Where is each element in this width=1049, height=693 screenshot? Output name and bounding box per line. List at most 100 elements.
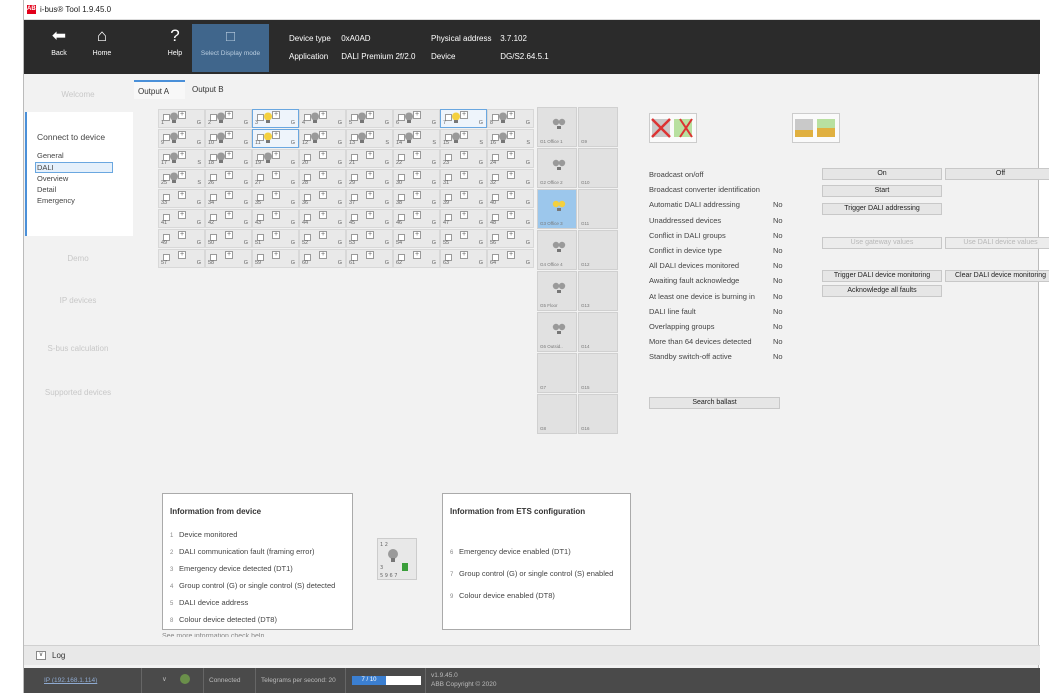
sidebar-item-overview[interactable]: Overview <box>37 174 68 183</box>
dali-device-cell[interactable]: +32 G <box>487 169 534 188</box>
expand-plus-icon[interactable]: + <box>225 191 233 199</box>
dali-device-cell[interactable]: +61 G <box>346 249 393 268</box>
dali-device-cell[interactable]: +5 G <box>346 109 393 128</box>
connection-link[interactable]: IP (192.168.1.114) <box>24 668 142 693</box>
expand-plus-icon[interactable]: + <box>319 131 327 139</box>
dali-device-cell[interactable]: +18 G <box>205 149 252 168</box>
dali-device-cell[interactable]: +45 G <box>346 209 393 228</box>
expand-plus-icon[interactable]: + <box>460 231 468 239</box>
dali-group-cell[interactable]: G11 <box>578 189 618 229</box>
expand-plus-icon[interactable]: + <box>507 131 515 139</box>
dali-group-cell[interactable]: G1 Office 1 <box>537 107 577 147</box>
select-display-mode-button[interactable]: □ Select Display mode <box>192 24 269 72</box>
dali-device-cell[interactable]: +11 G <box>252 129 299 148</box>
expand-plus-icon[interactable]: + <box>178 151 186 159</box>
dali-device-cell[interactable]: +28 G <box>299 169 346 188</box>
dali-group-cell[interactable]: G5 Floor <box>537 271 577 311</box>
dali-device-cell[interactable]: +37 G <box>346 189 393 208</box>
expand-plus-icon[interactable]: + <box>413 151 421 159</box>
dali-device-cell[interactable]: +40 G <box>487 189 534 208</box>
dali-device-cell[interactable]: +60 G <box>299 249 346 268</box>
expand-plus-icon[interactable]: + <box>460 191 468 199</box>
dali-device-cell[interactable]: +38 G <box>393 189 440 208</box>
expand-plus-icon[interactable]: + <box>366 251 374 259</box>
dali-device-cell[interactable]: +51 G <box>252 229 299 248</box>
expand-plus-icon[interactable]: + <box>178 211 186 219</box>
expand-plus-icon[interactable]: + <box>507 251 515 259</box>
broadcast-on-button[interactable]: On <box>822 168 942 180</box>
dali-group-cell[interactable]: G7 <box>537 353 577 393</box>
expand-plus-icon[interactable]: + <box>225 251 233 259</box>
dali-group-cell[interactable]: G6 Outsid.. <box>537 312 577 352</box>
dali-device-cell[interactable]: +1 G <box>158 109 205 128</box>
expand-plus-icon[interactable]: + <box>225 211 233 219</box>
dali-group-cell[interactable]: G2 Office 2 <box>537 148 577 188</box>
dali-group-cell[interactable]: G9 <box>578 107 618 147</box>
dali-device-cell[interactable]: +56 G <box>487 229 534 248</box>
dali-device-cell[interactable]: +16 S <box>487 129 534 148</box>
dali-device-cell[interactable]: +8 G <box>487 109 534 128</box>
expand-plus-icon[interactable]: + <box>319 151 327 159</box>
expand-plus-icon[interactable]: + <box>272 191 280 199</box>
expand-plus-icon[interactable]: + <box>413 131 421 139</box>
clear-dali-monitoring-button[interactable]: Clear DALI device monitoring <box>945 270 1049 282</box>
expand-plus-icon[interactable]: + <box>319 211 327 219</box>
dali-group-cell[interactable]: G12 <box>578 230 618 270</box>
dali-group-cell[interactable]: G3 Office 3 <box>537 189 577 229</box>
expand-plus-icon[interactable]: + <box>272 171 280 179</box>
dali-device-cell[interactable]: +10 G <box>205 129 252 148</box>
expand-plus-icon[interactable]: + <box>413 191 421 199</box>
expand-plus-icon[interactable]: + <box>460 211 468 219</box>
expand-plus-icon[interactable]: + <box>507 231 515 239</box>
dali-device-cell[interactable]: +22 G <box>393 149 440 168</box>
expand-plus-icon[interactable]: + <box>319 171 327 179</box>
sidebar-item-detail[interactable]: Detail <box>37 185 56 194</box>
expand-plus-icon[interactable]: + <box>272 131 280 139</box>
dali-device-cell[interactable]: +13 S <box>346 129 393 148</box>
dali-device-cell[interactable]: +25 S <box>158 169 205 188</box>
expand-plus-icon[interactable]: + <box>319 111 327 119</box>
sidebar-item-demo[interactable]: Demo <box>24 254 132 263</box>
dali-device-cell[interactable]: +23 G <box>440 149 487 168</box>
dali-device-cell[interactable]: +41 G <box>158 209 205 228</box>
expand-plus-icon[interactable]: + <box>366 211 374 219</box>
expand-plus-icon[interactable]: + <box>507 211 515 219</box>
dali-device-cell[interactable]: +33 G <box>158 189 205 208</box>
expand-plus-icon[interactable]: + <box>507 111 515 119</box>
expand-plus-icon[interactable]: + <box>366 111 374 119</box>
expand-plus-icon[interactable]: + <box>225 151 233 159</box>
broadcast-on-icon[interactable] <box>792 113 840 143</box>
dali-device-cell[interactable]: +14 S <box>393 129 440 148</box>
dali-device-cell[interactable]: +9 G <box>158 129 205 148</box>
use-dali-device-values-button[interactable]: Use DALI device values <box>945 237 1049 249</box>
dali-device-cell[interactable]: +42 G <box>205 209 252 228</box>
acknowledge-all-faults-button[interactable]: Acknowledge all faults <box>822 285 942 297</box>
dali-device-cell[interactable]: +26 G <box>205 169 252 188</box>
expand-plus-icon[interactable]: + <box>460 251 468 259</box>
dali-group-cell[interactable]: G4 Office 4 <box>537 230 577 270</box>
sidebar-item-sbus-calculation[interactable]: S-bus calculation <box>24 344 132 353</box>
dali-device-cell[interactable]: +24 G <box>487 149 534 168</box>
dali-device-cell[interactable]: +36 G <box>299 189 346 208</box>
back-button[interactable]: ⬅ Back <box>37 24 81 70</box>
dali-device-cell[interactable]: +35 G <box>252 189 299 208</box>
expand-plus-icon[interactable]: + <box>272 211 280 219</box>
dali-device-cell[interactable]: +12 G <box>299 129 346 148</box>
dali-device-cell[interactable]: +30 G <box>393 169 440 188</box>
expand-plus-icon[interactable]: + <box>413 211 421 219</box>
expand-plus-icon[interactable]: + <box>272 111 280 119</box>
expand-plus-icon[interactable]: + <box>225 131 233 139</box>
dali-device-cell[interactable]: +59 G <box>252 249 299 268</box>
dali-group-cell[interactable]: G15 <box>578 353 618 393</box>
broadcast-off-icon[interactable] <box>649 113 697 143</box>
dali-device-cell[interactable]: +49 G <box>158 229 205 248</box>
sidebar-item-ip-devices[interactable]: IP devices <box>24 296 132 305</box>
use-gateway-values-button[interactable]: Use gateway values <box>822 237 942 249</box>
sidebar-item-general[interactable]: General <box>37 151 64 160</box>
sidebar-item-connect[interactable]: Connect to device <box>37 132 105 142</box>
dali-device-cell[interactable]: +47 G <box>440 209 487 228</box>
sidebar-item-emergency[interactable]: Emergency <box>37 196 75 205</box>
expand-plus-icon[interactable]: + <box>272 151 280 159</box>
expand-plus-icon[interactable]: + <box>507 171 515 179</box>
help-button[interactable]: ? Help <box>153 24 197 70</box>
